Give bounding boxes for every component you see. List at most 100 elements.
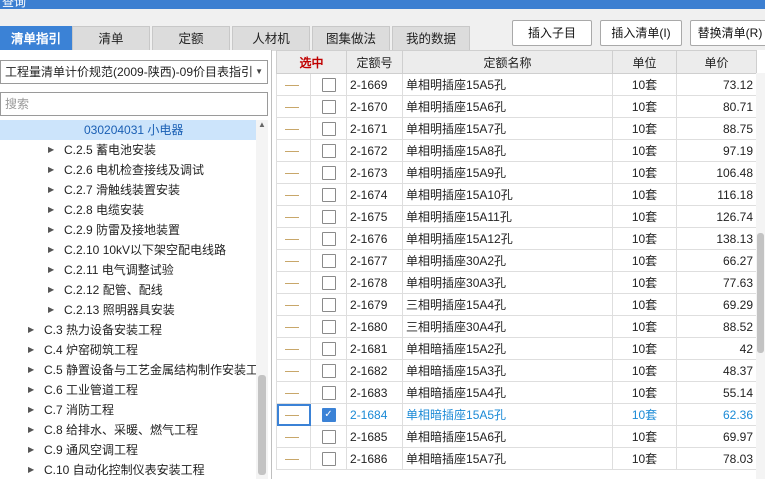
row-select-cell xyxy=(309,161,348,184)
tree-item[interactable]: ▶ C.5 静置设备与工艺金属结构制作安装工程 xyxy=(0,360,256,380)
expand-arrow-icon[interactable]: ▶ xyxy=(28,400,34,420)
table-row[interactable]: ✓ 2-1684 单相暗插座15A5孔 10套 62.36 xyxy=(276,403,758,426)
tree-item[interactable]: ▶ C.9 通风空调工程 xyxy=(0,440,256,460)
tree-item[interactable]: ▶ C.6 工业管道工程 xyxy=(0,380,256,400)
expand-arrow-icon[interactable]: ▶ xyxy=(48,280,54,300)
checkbox[interactable] xyxy=(321,77,336,92)
expand-arrow-icon[interactable]: ▶ xyxy=(28,460,34,479)
checkbox[interactable] xyxy=(321,143,336,158)
table-row[interactable]: 2-1683 单相暗插座15A4孔 10套 55.14 xyxy=(276,381,758,404)
expand-arrow-icon[interactable]: ▶ xyxy=(48,240,54,260)
replace-list-button[interactable]: 替换清单(R) xyxy=(690,20,765,46)
table-row[interactable]: 2-1681 单相暗插座15A2孔 10套 42 xyxy=(276,337,758,360)
tab-atlas-method[interactable]: 图集做法 xyxy=(312,26,390,51)
tree-item[interactable]: ▶ C.7 消防工程 xyxy=(0,400,256,420)
table-row[interactable]: 2-1677 单相明插座30A2孔 10套 66.27 xyxy=(276,249,758,272)
tree-item[interactable]: ▶ C.2.9 防雷及接地装置 xyxy=(0,220,256,240)
tab-my-data[interactable]: 我的数据 xyxy=(392,26,470,51)
expand-arrow-icon[interactable]: ▶ xyxy=(48,140,54,160)
tree-item[interactable]: ▶ C.2.12 配管、配线 xyxy=(0,280,256,300)
col-header-name[interactable]: 定额名称 xyxy=(402,50,614,74)
expand-arrow-icon[interactable]: ▶ xyxy=(48,220,54,240)
tree-item[interactable]: ▶ C.3 热力设备安装工程 xyxy=(0,320,256,340)
checkbox[interactable] xyxy=(321,187,336,202)
table-row[interactable]: 2-1686 单相暗插座15A7孔 10套 78.03 xyxy=(276,447,758,470)
row-select-cell xyxy=(309,249,348,272)
tree-item[interactable]: ▶ C.2.8 电缆安装 xyxy=(0,200,256,220)
cell-price: 116.18 xyxy=(676,183,758,206)
tree-item[interactable]: ▶ C.8 给排水、采暖、燃气工程 xyxy=(0,420,256,440)
expand-arrow-icon[interactable]: ▶ xyxy=(28,380,34,400)
checkbox[interactable] xyxy=(321,99,336,114)
col-header-price[interactable]: 单价 xyxy=(676,50,758,74)
table-row[interactable]: 2-1676 单相明插座15A12孔 10套 138.13 xyxy=(276,227,758,250)
col-header-unit[interactable]: 单位 xyxy=(612,50,678,74)
expand-arrow-icon[interactable]: ▶ xyxy=(28,360,34,380)
checkbox[interactable] xyxy=(321,363,336,378)
row-tree-line xyxy=(276,447,311,470)
tree-item[interactable]: ▶ C.2.13 照明器具安装 xyxy=(0,300,256,320)
checkbox[interactable] xyxy=(321,121,336,136)
tree-scroll-thumb[interactable] xyxy=(258,375,266,475)
row-tree-line xyxy=(276,425,311,448)
expand-arrow-icon[interactable]: ▶ xyxy=(48,260,54,280)
tree-item[interactable]: ▶ C.10 自动化控制仪表安装工程 xyxy=(0,460,256,479)
checkbox[interactable] xyxy=(321,253,336,268)
expand-arrow-icon[interactable]: ▶ xyxy=(48,300,54,320)
expand-arrow-icon[interactable]: ▶ xyxy=(48,180,54,200)
row-select-cell xyxy=(309,293,348,316)
tree-item[interactable]: ▶ C.2.6 电机检查接线及调试 xyxy=(0,160,256,180)
checkbox[interactable] xyxy=(321,319,336,334)
checkbox[interactable] xyxy=(321,209,336,224)
expand-arrow-icon[interactable]: ▶ xyxy=(28,440,34,460)
tree-item[interactable]: 030204031 小电器 xyxy=(0,120,256,140)
table-row[interactable]: 2-1673 单相明插座15A9孔 10套 106.48 xyxy=(276,161,758,184)
spec-select[interactable]: 工程量清单计价规范(2009-陕西)-09价目表指引 ▼ xyxy=(0,60,268,84)
tab-list[interactable]: 清单 xyxy=(72,26,150,51)
col-header-selected[interactable]: 选中 xyxy=(276,50,348,74)
table-row[interactable]: 2-1670 单相明插座15A6孔 10套 80.71 xyxy=(276,95,758,118)
tree-item[interactable]: ▶ C.2.10 10kV以下架空配电线路 xyxy=(0,240,256,260)
table-row[interactable]: 2-1675 单相明插座15A11孔 10套 126.74 xyxy=(276,205,758,228)
table-row[interactable]: 2-1685 单相暗插座15A6孔 10套 69.97 xyxy=(276,425,758,448)
table-row[interactable]: 2-1678 单相明插座30A3孔 10套 77.63 xyxy=(276,271,758,294)
grid-scrollbar[interactable] xyxy=(756,73,765,479)
expand-arrow-icon[interactable]: ▶ xyxy=(28,340,34,360)
tree-item[interactable]: ▶ C.2.7 滑触线装置安装 xyxy=(0,180,256,200)
tab-labor-material[interactable]: 人材机 xyxy=(232,26,310,51)
expand-arrow-icon[interactable]: ▶ xyxy=(28,420,34,440)
checkbox[interactable] xyxy=(321,341,336,356)
grid-scroll-thumb[interactable] xyxy=(757,233,764,353)
table-row[interactable]: 2-1669 单相明插座15A5孔 10套 73.12 xyxy=(276,73,758,96)
table-row[interactable]: 2-1679 三相明插座15A4孔 10套 69.29 xyxy=(276,293,758,316)
checkbox[interactable] xyxy=(321,385,336,400)
checkbox-checked[interactable]: ✓ xyxy=(321,407,336,422)
expand-arrow-icon[interactable]: ▶ xyxy=(28,320,34,340)
checkbox[interactable] xyxy=(321,429,336,444)
checkbox[interactable] xyxy=(321,231,336,246)
search-input[interactable] xyxy=(0,92,268,116)
row-select-cell xyxy=(309,315,348,338)
expand-arrow-icon[interactable]: ▶ xyxy=(48,200,54,220)
insert-list-button[interactable]: 插入清单(I) xyxy=(600,20,682,46)
tab-quota[interactable]: 定额 xyxy=(152,26,230,51)
col-header-code[interactable]: 定额号 xyxy=(346,50,404,74)
checkbox[interactable] xyxy=(321,451,336,466)
title-bar: 查询 xyxy=(0,0,765,9)
insert-child-button[interactable]: 插入子目 xyxy=(512,20,592,46)
table-row[interactable]: 2-1680 三相明插座30A4孔 10套 88.52 xyxy=(276,315,758,338)
checkbox[interactable] xyxy=(321,275,336,290)
table-row[interactable]: 2-1671 单相明插座15A7孔 10套 88.75 xyxy=(276,117,758,140)
checkbox[interactable] xyxy=(321,297,336,312)
tree-item[interactable]: ▶ C.2.11 电气调整试验 xyxy=(0,260,256,280)
scroll-up-icon[interactable]: ▲ xyxy=(258,120,266,129)
table-row[interactable]: 2-1672 单相明插座15A8孔 10套 97.19 xyxy=(276,139,758,162)
tree-item[interactable]: ▶ C.2.5 蓄电池安装 xyxy=(0,140,256,160)
expand-arrow-icon[interactable]: ▶ xyxy=(48,160,54,180)
checkbox[interactable] xyxy=(321,165,336,180)
table-row[interactable]: 2-1674 单相明插座15A10孔 10套 116.18 xyxy=(276,183,758,206)
tree-scrollbar[interactable]: ▲ xyxy=(256,120,268,479)
table-row[interactable]: 2-1682 单相暗插座15A3孔 10套 48.37 xyxy=(276,359,758,382)
tree-item[interactable]: ▶ C.4 炉窑砌筑工程 xyxy=(0,340,256,360)
tab-list-guide[interactable]: 清单指引 xyxy=(0,26,72,51)
